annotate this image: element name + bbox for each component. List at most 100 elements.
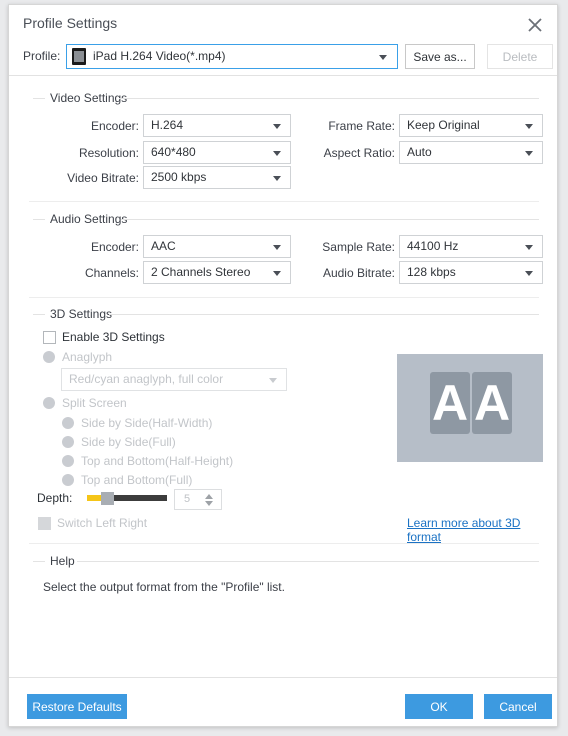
dialog-title: Profile Settings (23, 15, 118, 31)
stepper-up-icon[interactable] (205, 494, 213, 499)
audio-encoder-label: Encoder: (90, 240, 139, 254)
split-screen-radio (43, 397, 55, 409)
preview-letter-left: A (430, 372, 470, 434)
help-group-line-right (77, 561, 539, 562)
split-option-radio-3 (62, 474, 74, 486)
depth-slider[interactable] (87, 492, 167, 505)
enable-3d-label: Enable 3D Settings (62, 330, 165, 344)
depth-slider-track (114, 495, 167, 501)
audio-bitrate-select[interactable]: 128 kbps (399, 261, 543, 284)
chevron-down-icon (273, 176, 281, 181)
chevron-down-icon (525, 271, 533, 276)
split-screen-label: Split Screen (62, 396, 127, 410)
switch-left-right-label: Switch Left Right (57, 516, 148, 530)
split-option-radio-2 (62, 455, 74, 467)
profile-settings-dialog: Profile Settings Profile: iPad H.264 Vid… (8, 4, 558, 727)
audio-channels-value: 2 Channels Stereo (151, 265, 251, 279)
close-icon[interactable] (523, 13, 547, 37)
ok-button[interactable]: OK (405, 694, 473, 719)
chevron-down-icon (379, 55, 387, 60)
video-bitrate-value: 2500 kbps (151, 170, 207, 184)
split-option-radio-1 (62, 436, 74, 448)
dialog-titlebar: Profile Settings (9, 5, 557, 41)
audio-encoder-select[interactable]: AAC (143, 235, 291, 258)
video-encoder-label: Encoder: (90, 119, 139, 133)
profile-select[interactable]: iPad H.264 Video(*.mp4) (66, 44, 398, 69)
video-framerate-value: Keep Original (407, 118, 480, 132)
video-group-line-left (33, 98, 45, 99)
video-resolution-value: 640*480 (151, 145, 196, 159)
video-resolution-select[interactable]: 640*480 (143, 141, 291, 164)
video-aspect-select[interactable]: Auto (399, 141, 543, 164)
header-divider (9, 75, 557, 76)
chevron-down-icon (273, 124, 281, 129)
anaglyph-radio (43, 351, 55, 363)
depth-value: 5 (184, 493, 191, 505)
ipad-device-icon (72, 48, 86, 65)
three-d-preview-image: A A (397, 354, 543, 462)
footer-divider (9, 677, 557, 678)
video-group-line-right (119, 98, 539, 99)
depth-label: Depth: (37, 491, 73, 505)
switch-left-right-checkbox (38, 517, 51, 530)
learn-more-link[interactable]: Learn more about 3D format (407, 516, 557, 544)
audio-bitrate-label: Audio Bitrate: (322, 266, 395, 280)
split-option-label-3: Top and Bottom(Full) (81, 473, 193, 487)
audio-samplerate-label: Sample Rate: (322, 240, 395, 254)
help-text: Select the output format from the "Profi… (43, 580, 285, 594)
video-resolution-label: Resolution: (78, 146, 139, 160)
chevron-down-icon (273, 271, 281, 276)
stepper-down-icon[interactable] (205, 501, 213, 506)
restore-defaults-button[interactable]: Restore Defaults (27, 694, 127, 719)
help-title: Help (45, 554, 80, 568)
depth-slider-fill (87, 495, 102, 501)
threed-group-line-right (109, 314, 539, 315)
video-framerate-select[interactable]: Keep Original (399, 114, 543, 137)
depth-stepper[interactable]: 5 (174, 489, 222, 510)
chevron-down-icon (525, 124, 533, 129)
preview-letter-right: A (472, 372, 512, 434)
chevron-down-icon (525, 151, 533, 156)
three-d-settings-title: 3D Settings (45, 307, 118, 321)
anaglyph-type-select: Red/cyan anaglyph, full color (61, 368, 287, 391)
enable-3d-checkbox[interactable] (43, 331, 56, 344)
audio-samplerate-value: 44100 Hz (407, 239, 459, 253)
split-option-label-1: Side by Side(Full) (81, 435, 176, 449)
chevron-down-icon (273, 151, 281, 156)
depth-slider-handle[interactable] (101, 492, 114, 505)
threed-help-divider (29, 543, 539, 544)
anaglyph-label: Anaglyph (62, 350, 113, 364)
delete-button: Delete (487, 44, 553, 69)
help-group-line-left (33, 561, 45, 562)
threed-group-line-left (33, 314, 45, 315)
split-option-label-0: Side by Side(Half-Width) (81, 416, 213, 430)
video-bitrate-label: Video Bitrate: (67, 171, 139, 185)
video-encoder-value: H.264 (151, 118, 184, 132)
audio-settings-title: Audio Settings (45, 212, 133, 226)
split-option-radio-0 (62, 417, 74, 429)
audio-bitrate-value: 128 kbps (407, 265, 456, 279)
profile-row: Profile: iPad H.264 Video(*.mp4) Save as… (9, 41, 557, 75)
split-option-label-2: Top and Bottom(Half-Height) (81, 454, 234, 468)
audio-samplerate-select[interactable]: 44100 Hz (399, 235, 543, 258)
save-as-button[interactable]: Save as... (405, 44, 475, 69)
anaglyph-type-value: Red/cyan anaglyph, full color (69, 372, 224, 386)
video-aspect-value: Auto (407, 145, 432, 159)
video-aspect-label: Aspect Ratio: (323, 146, 395, 160)
audio-encoder-value: AAC (151, 239, 176, 253)
video-framerate-label: Frame Rate: (328, 119, 395, 133)
profile-label: Profile: (23, 49, 61, 63)
audio-channels-select[interactable]: 2 Channels Stereo (143, 261, 291, 284)
video-audio-divider (29, 201, 539, 202)
audio-group-line-right (121, 219, 539, 220)
cancel-button[interactable]: Cancel (484, 694, 552, 719)
audio-group-line-left (33, 219, 45, 220)
audio-3d-divider (29, 297, 539, 298)
audio-channels-label: Channels: (84, 266, 139, 280)
video-encoder-select[interactable]: H.264 (143, 114, 291, 137)
video-bitrate-select[interactable]: 2500 kbps (143, 166, 291, 189)
profile-selected-value: iPad H.264 Video(*.mp4) (93, 49, 226, 63)
chevron-down-icon (269, 378, 277, 383)
chevron-down-icon (273, 245, 281, 250)
chevron-down-icon (525, 245, 533, 250)
